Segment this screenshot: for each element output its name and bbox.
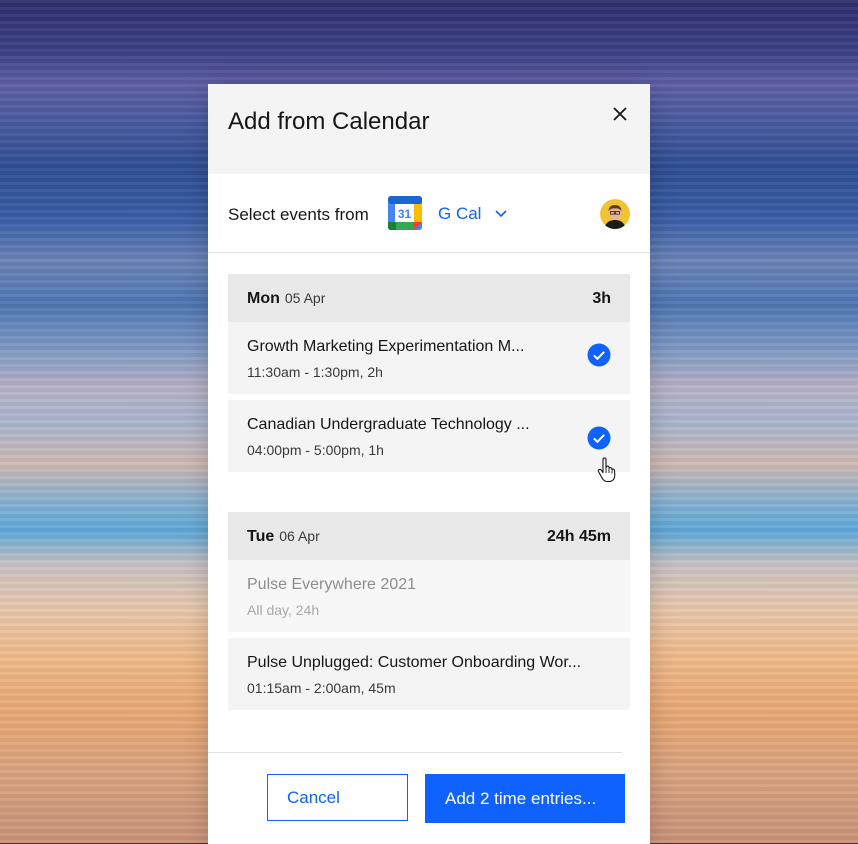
day-header: Mon 05 Apr 3h — [228, 274, 630, 322]
checkmark-filled-icon[interactable] — [587, 426, 611, 450]
add-from-calendar-modal: Add from Calendar Select events from 31 … — [208, 84, 650, 844]
event-item[interactable]: Growth Marketing Experimentation M... 11… — [228, 322, 630, 394]
day-name: Tue — [247, 528, 275, 545]
modal-header: Add from Calendar — [208, 84, 650, 174]
calendar-icon-text: 31 — [398, 207, 412, 221]
event-item-disabled: Pulse Everywhere 2021 All day, 24h — [228, 560, 630, 632]
footer-divider — [208, 752, 622, 753]
google-calendar-icon: 31 — [388, 196, 422, 230]
event-title: Growth Marketing Experimentation M... — [247, 338, 525, 355]
event-time: 04:00pm - 5:00pm, 1h — [247, 442, 384, 458]
day-total: 24h 45m — [546, 528, 611, 545]
hand-pointer-icon — [597, 457, 616, 483]
chevron-down-icon — [495, 210, 508, 218]
day-date: 05 Apr — [284, 290, 326, 306]
source-label: Select events from — [228, 205, 369, 224]
day-name: Mon — [247, 290, 280, 307]
event-item[interactable]: Pulse Unplugged: Customer Onboarding Wor… — [228, 638, 630, 710]
day-header: Tue 06 Apr 24h 45m — [228, 512, 630, 560]
close-icon — [613, 107, 627, 121]
avatar-icon — [600, 199, 630, 229]
event-time: 01:15am - 2:00am, 45m — [247, 680, 396, 696]
day-total: 3h — [592, 290, 611, 307]
event-list: Mon 05 Apr 3h Growth Marketing Experiment… — [228, 274, 630, 710]
cancel-button[interactable]: Cancel — [267, 774, 408, 821]
close-button[interactable] — [606, 100, 634, 128]
day-date: 06 Apr — [279, 528, 320, 544]
calendar-name: G Cal — [438, 204, 482, 223]
event-title: Canadian Undergraduate Technology ... — [247, 416, 530, 433]
event-item[interactable]: Canadian Undergraduate Technology ... 04… — [228, 400, 630, 472]
checkmark-filled-icon[interactable] — [587, 343, 611, 367]
source-row: Select events from 31 G Cal — [208, 174, 650, 253]
event-time: 11:30am - 1:30pm, 2h — [247, 364, 383, 380]
event-title: Pulse Unplugged: Customer Onboarding Wor… — [247, 654, 582, 671]
user-avatar[interactable] — [600, 199, 630, 229]
modal-title: Add from Calendar — [228, 108, 430, 135]
add-time-entries-button[interactable]: Add 2 time entries... — [425, 774, 625, 823]
event-title: Pulse Everywhere 2021 — [247, 576, 416, 593]
event-time: All day, 24h — [247, 602, 320, 618]
calendar-dropdown[interactable]: G Cal — [438, 202, 508, 226]
